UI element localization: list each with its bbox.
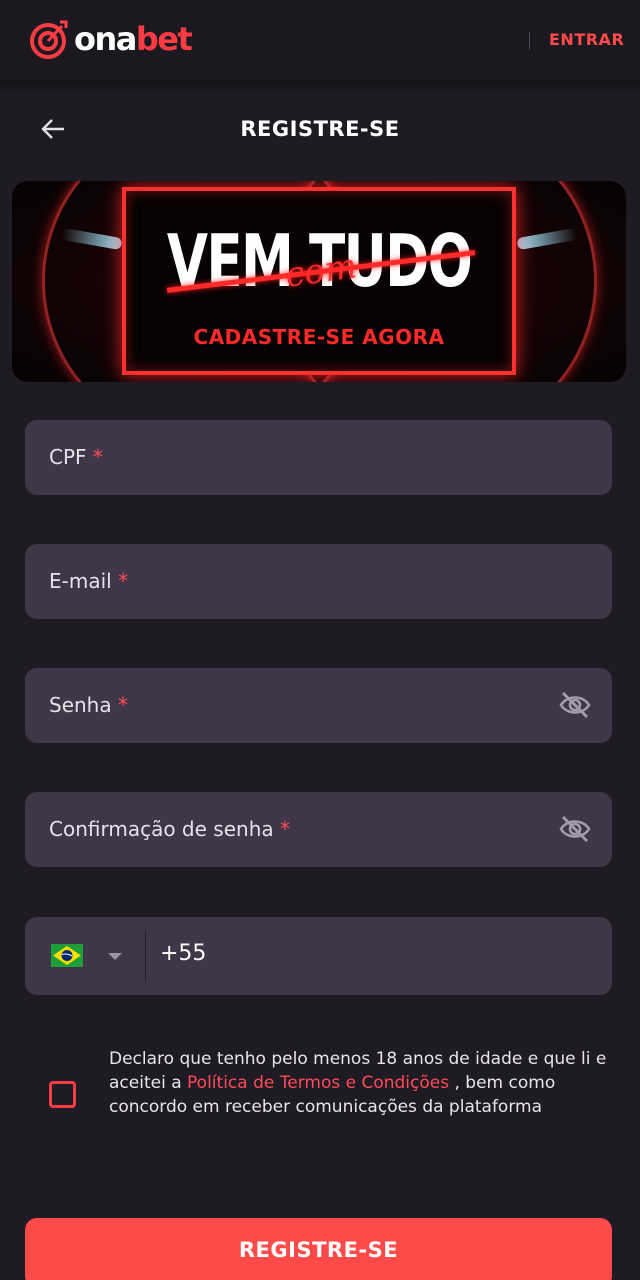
promo-banner[interactable]: VEM TUDO com CADASTRE-SE AGORA (12, 181, 626, 382)
required-mark: * (117, 693, 128, 717)
onabet-logo[interactable]: onabet (28, 18, 193, 60)
password-confirm-field[interactable]: Confirmação de senha * (25, 792, 612, 867)
password-field[interactable]: Senha * (25, 668, 612, 743)
country-dropdown-chevron-icon[interactable] (108, 953, 122, 960)
banner-subtitle: CADASTRE-SE AGORA (193, 325, 445, 349)
register-button[interactable]: REGISTRE-SE (25, 1218, 612, 1280)
top-bar: onabet ENTRAR (0, 0, 640, 80)
logo-text-bet: bet (135, 20, 193, 58)
required-mark: * (92, 445, 103, 469)
logo-wordmark: onabet (74, 20, 193, 58)
header-divider (529, 32, 530, 50)
phone-input[interactable]: +55 (160, 941, 206, 966)
banner-neon-frame: VEM TUDO com CADASTRE-SE AGORA (122, 187, 516, 375)
header-shadow (0, 80, 640, 92)
terms-text: Declaro que tenho pelo menos 18 anos de … (109, 1047, 609, 1119)
password-label-text: Senha (49, 693, 112, 717)
required-mark: * (279, 817, 290, 841)
cpf-label-text: CPF (49, 445, 87, 469)
login-button[interactable]: ENTRAR (549, 30, 624, 49)
brazil-flag-icon[interactable] (51, 944, 83, 967)
phone-separator (145, 931, 146, 981)
email-field[interactable]: E-mail * (25, 544, 612, 619)
terms-checkbox[interactable] (49, 1081, 76, 1108)
eye-off-icon[interactable] (558, 814, 592, 844)
phone-field[interactable]: +55 (25, 917, 612, 995)
logo-text-ona: ona (74, 20, 137, 58)
cpf-field[interactable]: CPF * (25, 420, 612, 495)
required-mark: * (118, 569, 129, 593)
password-confirm-label: Confirmação de senha * (49, 817, 290, 841)
page-title: REGISTRE-SE (240, 117, 400, 141)
password-label: Senha * (49, 693, 128, 717)
cpf-label: CPF * (49, 445, 103, 469)
eye-off-icon[interactable] (558, 690, 592, 720)
email-label-text: E-mail (49, 569, 112, 593)
email-label: E-mail * (49, 569, 128, 593)
terms-link[interactable]: Política de Termos e Condições (187, 1073, 449, 1093)
password-confirm-label-text: Confirmação de senha (49, 817, 274, 841)
target-logo-icon (30, 20, 68, 59)
